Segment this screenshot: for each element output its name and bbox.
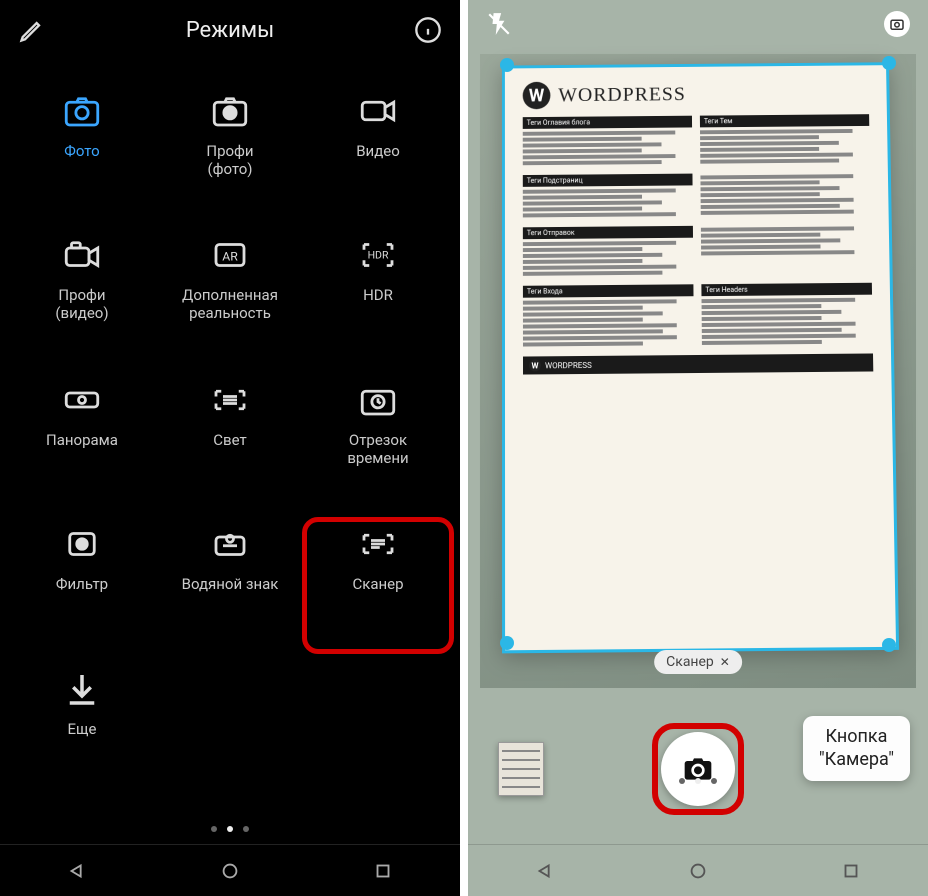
doc-section-head: Теги Оглавия блога — [523, 116, 692, 129]
mode-hdr[interactable]: HDR HDR — [306, 234, 450, 360]
svg-text:AR: AR — [222, 250, 238, 264]
callout-tooltip: Кнопка "Камера" — [803, 716, 910, 781]
shutter-button[interactable] — [661, 732, 735, 806]
doc-section-head: Теги Входа — [523, 284, 694, 297]
video-pro-icon — [61, 234, 103, 276]
doc-title: WORDPRESS — [558, 83, 686, 107]
crop-handle-br[interactable] — [882, 638, 896, 652]
nav-back-icon[interactable] — [66, 860, 88, 882]
doc-section-head: Теги Тем — [700, 114, 869, 127]
modes-screen: Режимы Фото Профи (фото) Видео Профи (ви… — [0, 0, 460, 896]
mode-ar[interactable]: AR Дополненная реальность — [158, 234, 302, 360]
mode-video[interactable]: Видео — [306, 90, 450, 216]
scanner-top-bar — [468, 0, 928, 48]
mode-filter[interactable]: Фильтр — [10, 523, 154, 649]
mode-label: Панорама — [46, 431, 118, 449]
crop-handle-bl[interactable] — [500, 636, 514, 650]
mode-light[interactable]: Свет — [158, 379, 302, 505]
ar-icon: AR — [209, 234, 251, 276]
download-icon — [61, 668, 103, 710]
pager-dot-active — [227, 826, 233, 832]
pager-dot-active — [695, 778, 701, 784]
close-icon[interactable]: ✕ — [720, 655, 730, 669]
nav-recent-icon[interactable] — [840, 860, 862, 882]
pager-dot — [711, 778, 717, 784]
capture-bar: Кнопка "Камера" — [468, 694, 928, 844]
mode-label: Видео — [356, 142, 400, 160]
mode-pro-video[interactable]: Профи (видео) — [10, 234, 154, 360]
scanner-pill-text: Сканер — [666, 654, 714, 670]
mode-watermark[interactable]: Водяной знак — [158, 523, 302, 649]
mode-timelapse[interactable]: Отрезок времени — [306, 379, 450, 505]
mode-pro-photo[interactable]: Профи (фото) — [158, 90, 302, 216]
mode-label: Дополненная реальность — [182, 286, 278, 322]
mode-photo[interactable]: Фото — [10, 90, 154, 216]
mode-label: Профи (фото) — [206, 142, 253, 178]
camera-outline-icon — [61, 90, 103, 132]
page-indicator — [0, 814, 460, 844]
pager-dot — [211, 826, 217, 832]
modes-grid: Фото Профи (фото) Видео Профи (видео) AR… — [0, 60, 460, 814]
info-icon[interactable] — [414, 16, 442, 44]
mode-label: Фильтр — [56, 575, 108, 593]
crop-handle-tl[interactable] — [500, 58, 514, 72]
switch-camera-icon[interactable] — [884, 11, 910, 37]
mode-label: Фото — [64, 142, 99, 160]
wordpress-logo-icon: W — [523, 82, 551, 110]
filter-icon — [61, 523, 103, 565]
mode-panorama[interactable]: Панорама — [10, 379, 154, 505]
mode-label: Профи (видео) — [55, 286, 108, 322]
scanned-document: W WORDPRESS Теги Оглавия блога Теги Тем … — [502, 62, 899, 653]
doc-footer: WWORDPRESS — [523, 353, 873, 374]
video-icon — [357, 90, 399, 132]
pager-dot — [243, 826, 249, 832]
page-indicator — [679, 778, 717, 784]
nav-bar — [468, 844, 928, 896]
watermark-icon — [209, 523, 251, 565]
viewfinder[interactable]: W WORDPRESS Теги Оглавия блога Теги Тем … — [480, 54, 916, 688]
panorama-icon — [61, 379, 103, 421]
scanner-mode-pill[interactable]: Сканер ✕ — [654, 650, 742, 674]
edit-icon[interactable] — [18, 16, 46, 44]
svg-text:HDR: HDR — [368, 249, 389, 262]
nav-bar — [0, 844, 460, 896]
modes-title: Режимы — [186, 18, 274, 43]
mode-label: Еще — [68, 720, 97, 738]
gallery-thumbnail[interactable] — [498, 742, 544, 796]
mode-label: Отрезок времени — [347, 431, 408, 467]
mode-label: HDR — [363, 286, 393, 304]
light-icon — [209, 379, 251, 421]
scanner-icon — [357, 523, 399, 565]
nav-home-icon[interactable] — [687, 860, 709, 882]
doc-section-head: Теги Подстраниц — [523, 174, 693, 187]
mode-more[interactable]: Еще — [10, 668, 154, 794]
doc-section-head: Теги Отправок — [523, 226, 693, 239]
hdr-icon: HDR — [357, 234, 399, 276]
timelapse-icon — [357, 379, 399, 421]
camera-solid-icon — [209, 90, 251, 132]
nav-back-icon[interactable] — [534, 860, 556, 882]
nav-home-icon[interactable] — [219, 860, 241, 882]
flash-off-icon[interactable] — [486, 11, 512, 37]
nav-recent-icon[interactable] — [372, 860, 394, 882]
pager-dot — [679, 778, 685, 784]
crop-handle-tr[interactable] — [882, 56, 896, 70]
mode-label: Водяной знак — [182, 575, 279, 593]
mode-label: Сканер — [352, 575, 403, 593]
mode-scanner[interactable]: Сканер — [306, 523, 450, 649]
mode-label: Свет — [213, 431, 246, 449]
modes-header: Режимы — [0, 0, 460, 60]
doc-section-head: Теги Headers — [701, 283, 872, 296]
scanner-screen: W WORDPRESS Теги Оглавия блога Теги Тем … — [468, 0, 928, 896]
